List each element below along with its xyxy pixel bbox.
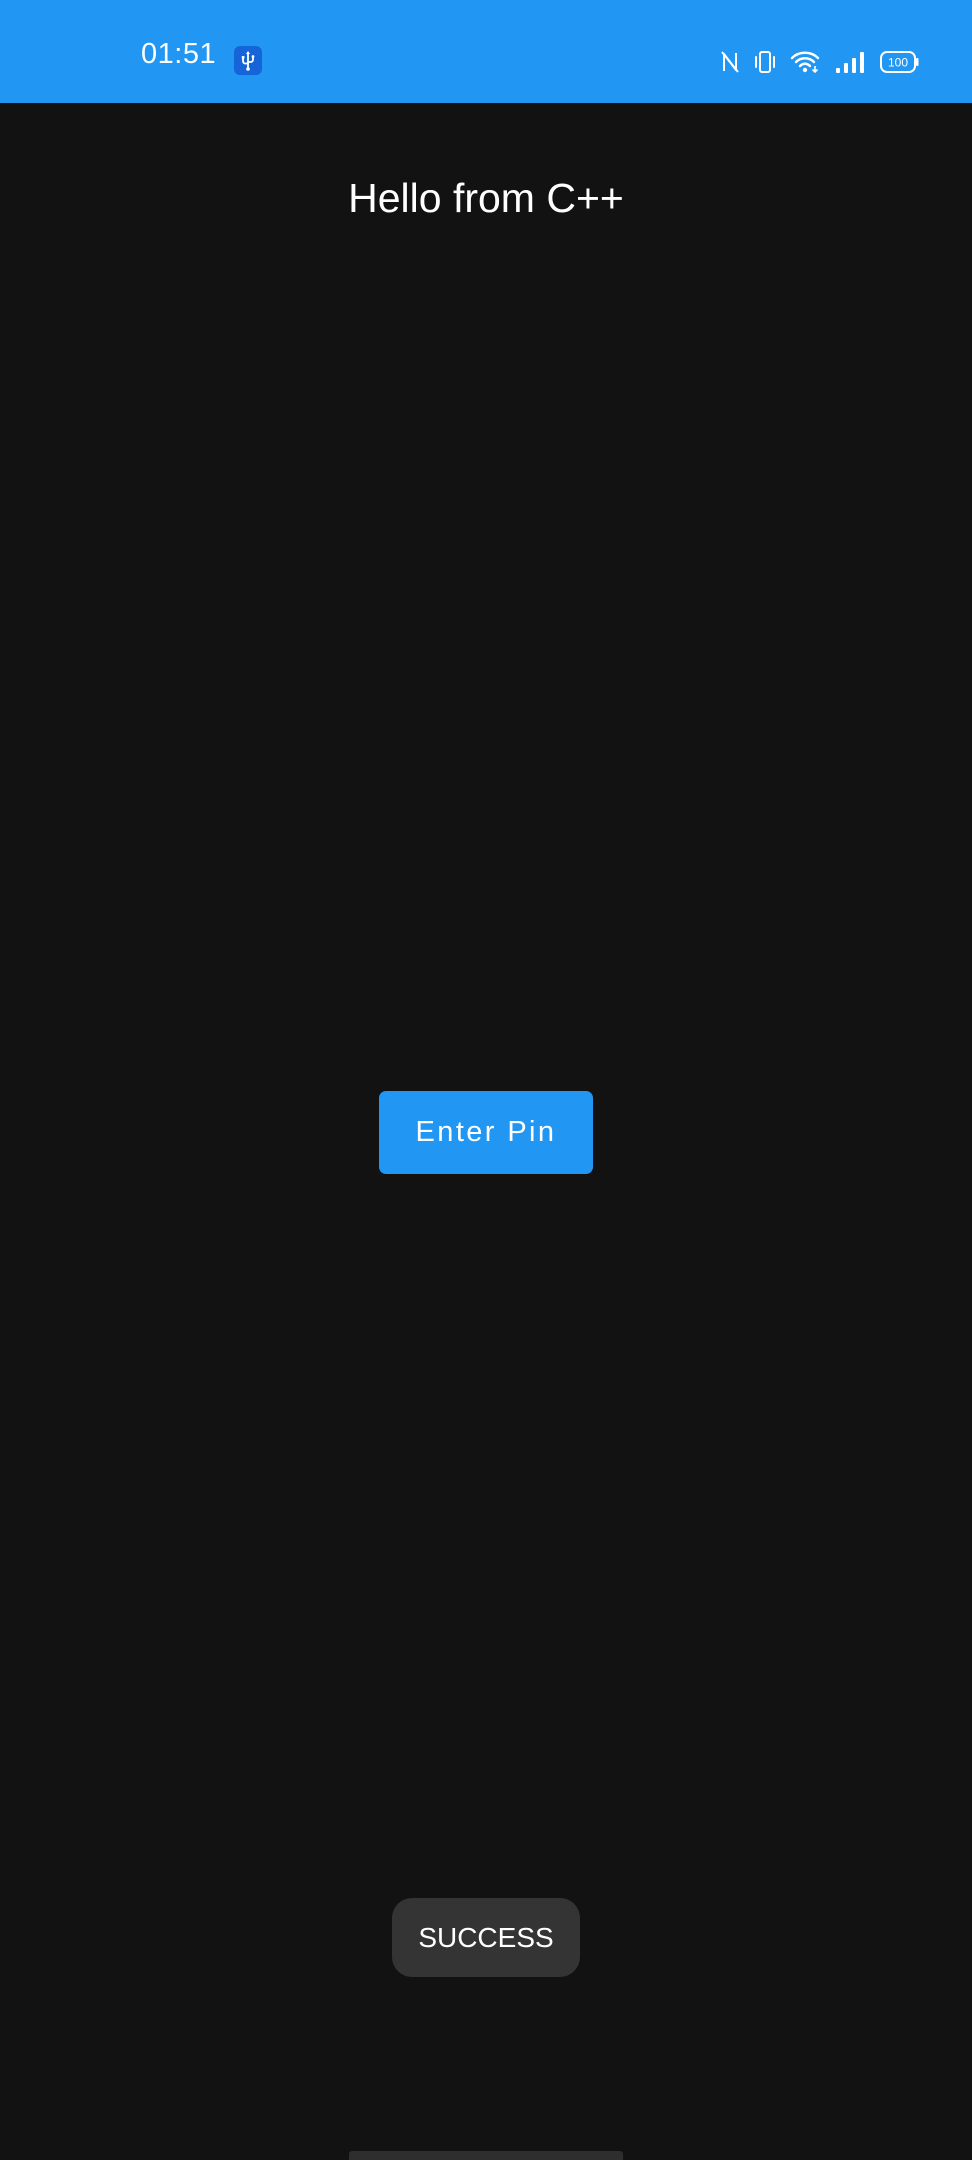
usb-debugging-icon xyxy=(234,46,262,75)
enter-pin-button[interactable]: Enter Pin xyxy=(379,1091,593,1174)
nfc-icon xyxy=(720,49,740,75)
vibrate-icon xyxy=(753,49,777,75)
status-time: 01:51 xyxy=(141,38,217,70)
battery-level-text: 100 xyxy=(888,56,908,70)
app-screen: 01:51 100 Hello from C++ Enter Pin SUCCE… xyxy=(0,0,972,2160)
cellular-signal-icon xyxy=(835,49,867,75)
toast-message: SUCCESS xyxy=(392,1898,580,1977)
status-icons: 100 xyxy=(720,44,920,80)
gesture-navigation-bar[interactable] xyxy=(349,2151,623,2160)
wifi-icon xyxy=(790,49,822,75)
status-bar: 01:51 100 xyxy=(0,0,972,103)
battery-icon: 100 xyxy=(880,50,920,74)
page-title: Hello from C++ xyxy=(348,175,624,221)
